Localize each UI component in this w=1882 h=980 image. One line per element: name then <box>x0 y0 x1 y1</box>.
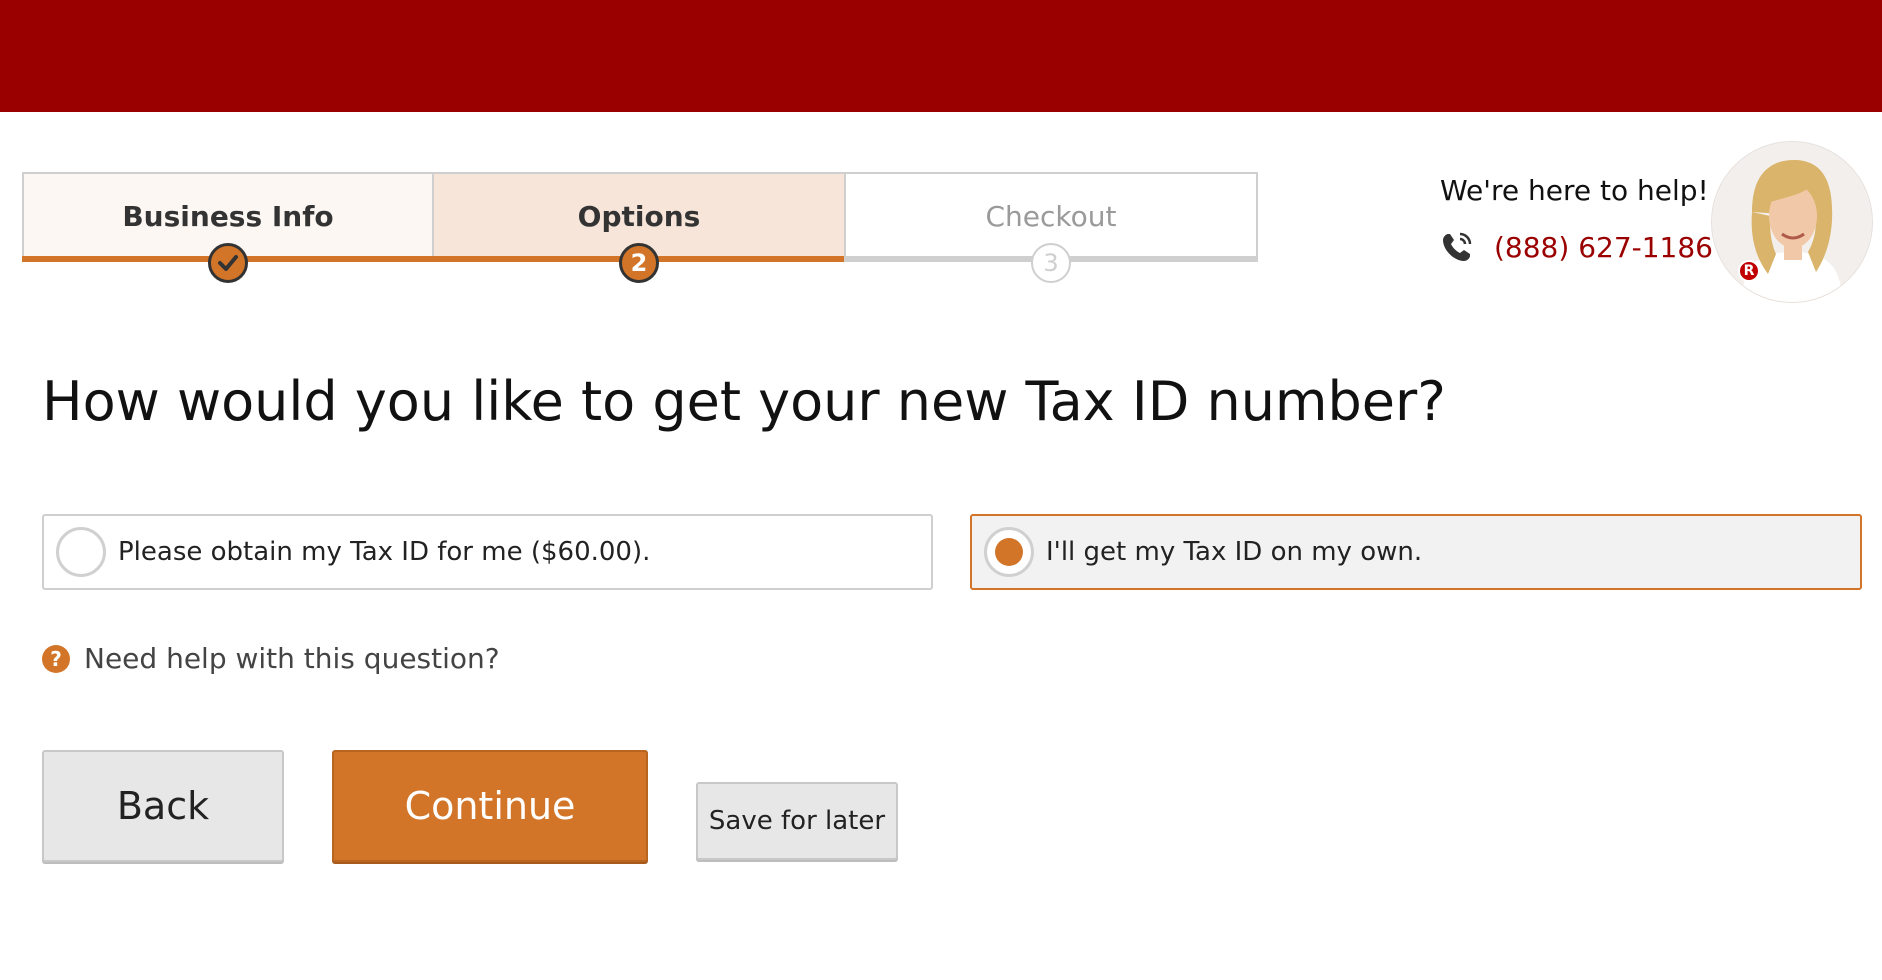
radio-selected-dot <box>995 538 1023 566</box>
phone-number-link[interactable]: (888) 627-1186 <box>1494 231 1713 264</box>
step-complete-marker <box>208 243 248 283</box>
step-label: Options <box>577 200 701 233</box>
save-for-later-button[interactable]: Save for later <box>696 782 898 860</box>
continue-button[interactable]: Continue <box>332 750 648 862</box>
step-business-info[interactable]: Business Info <box>22 172 434 283</box>
option-label: I'll get my Tax ID on my own. <box>1046 537 1423 567</box>
top-banner <box>0 0 1882 112</box>
radio-button[interactable] <box>56 527 106 577</box>
option-own-tax-id[interactable]: I'll get my Tax ID on my own. <box>970 514 1862 590</box>
help-question-link[interactable]: ? Need help with this question? <box>42 642 500 675</box>
radio-button-selected[interactable] <box>984 527 1034 577</box>
help-heading: We're here to help! <box>1440 174 1709 207</box>
step-options[interactable]: Options 2 <box>432 172 846 283</box>
back-button[interactable]: Back <box>42 750 284 862</box>
brand-badge: R <box>1738 260 1760 282</box>
progress-stepper: Business Info Options 2 Checkout 3 <box>22 172 1258 283</box>
option-label: Please obtain my Tax ID for me ($60.00). <box>118 537 651 567</box>
phone-icon <box>1443 232 1472 261</box>
step-checkout: Checkout 3 <box>844 172 1258 283</box>
agent-avatar <box>1712 142 1872 302</box>
step-number-marker: 3 <box>1031 243 1071 283</box>
step-label: Business Info <box>122 200 334 233</box>
agent-photo <box>1712 142 1872 302</box>
step-label: Checkout <box>985 200 1117 233</box>
question-icon: ? <box>42 644 70 673</box>
check-icon <box>218 255 238 271</box>
phone-row[interactable]: (888) 627-1186 <box>1440 230 1713 264</box>
option-obtain-tax-id[interactable]: Please obtain my Tax ID for me ($60.00). <box>42 514 933 590</box>
step-number-marker: 2 <box>619 243 659 283</box>
help-question-text[interactable]: Need help with this question? <box>84 642 500 675</box>
question-heading: How would you like to get your new Tax I… <box>42 370 1446 433</box>
